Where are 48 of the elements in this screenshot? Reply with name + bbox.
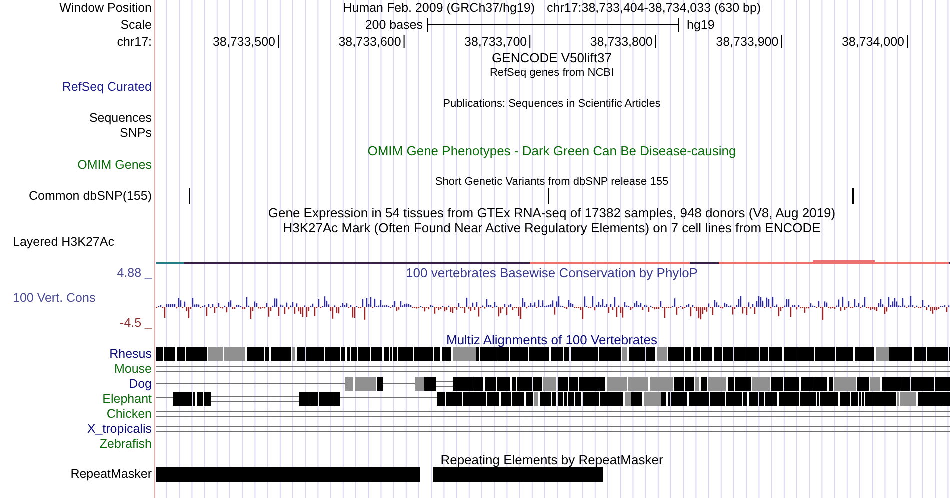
ruler-label: 38,733,600 (338, 35, 402, 49)
track-title: 100 vertebrates Basewise Conservation by PhyloP (406, 266, 698, 280)
ruler-tick (655, 34, 656, 48)
track-label[interactable]: Scale (120, 18, 152, 32)
ruler-label: 38,734,000 (842, 35, 904, 49)
track-label[interactable]: X_tropicalis (87, 422, 152, 436)
ruler-label: 38,733,800 (590, 35, 653, 49)
ruler-tick (907, 34, 908, 48)
track-title: RefSeq genes from NCBI (490, 67, 614, 79)
track-title: Publications: Sequences in Scientific Articles (443, 98, 661, 110)
track-label[interactable]: 100 Vert. Cons (13, 291, 96, 305)
ruler-tick (404, 34, 405, 48)
ruler-tick (781, 34, 782, 48)
snp-marker (852, 188, 854, 204)
ruler-label: 38,733,700 (464, 35, 528, 49)
track-label[interactable]: Sequences (89, 111, 152, 125)
track-label[interactable]: RefSeq Curated (62, 80, 152, 94)
track-label[interactable]: Layered H3K27Ac (13, 235, 114, 249)
track-label[interactable]: 4.88 _ (117, 266, 152, 280)
ruler-tick (278, 34, 279, 48)
track-title: Multiz Alignments of 100 Vertebrates (446, 332, 658, 348)
track-label[interactable]: chr17: (117, 35, 152, 49)
track-title: Repeating Elements by RepeatMasker (440, 452, 664, 468)
track-label[interactable]: OMIM Genes (78, 158, 152, 172)
track-label[interactable]: Rhesus (110, 347, 152, 361)
track-title: H3K27Ac Mark (Often Found Near Active Regulatory Elements) on 7 cell lines from ENCODE (283, 220, 821, 236)
track-label[interactable]: RepeatMasker (70, 467, 152, 481)
track-label[interactable]: Common dbSNP(155) (29, 189, 152, 203)
position-range: chr17:38,733,404-38,734,033 (630 bp) (547, 1, 762, 15)
track-title: Gene Expression in 54 tissues from GTEx RNA-seq of 17382 samples, 948 donors (V8, Aug 2019) (268, 206, 836, 220)
track-title: OMIM Gene Phenotypes - Dark Green Can Be Disease-causing (368, 144, 736, 158)
ruler-label: 38,733,500 (212, 35, 276, 49)
track-label[interactable]: Mouse (114, 362, 152, 376)
ruler-tick (530, 34, 531, 48)
track-label[interactable]: Window Position (60, 1, 152, 15)
track-label[interactable]: Elephant (102, 392, 152, 406)
track-label[interactable]: SNPs (120, 126, 152, 140)
track-title: Short Genetic Variants from dbSNP release 155 (435, 176, 669, 188)
track-label[interactable]: Chicken (106, 407, 152, 421)
track-title: GENCODE V50lift37 (492, 50, 612, 66)
track-label[interactable]: -4.5 _ (120, 316, 152, 330)
ruler-label: 38,733,900 (716, 35, 779, 49)
track-label[interactable]: Dog (129, 377, 152, 391)
assembly-db: hg19 (687, 18, 715, 32)
scale-length: 200 bases (365, 18, 423, 32)
assembly-name: Human Feb. 2009 (GRCh37/hg19) (343, 1, 535, 15)
snp-marker (548, 188, 550, 204)
track-label[interactable]: Zebrafish (100, 437, 152, 451)
